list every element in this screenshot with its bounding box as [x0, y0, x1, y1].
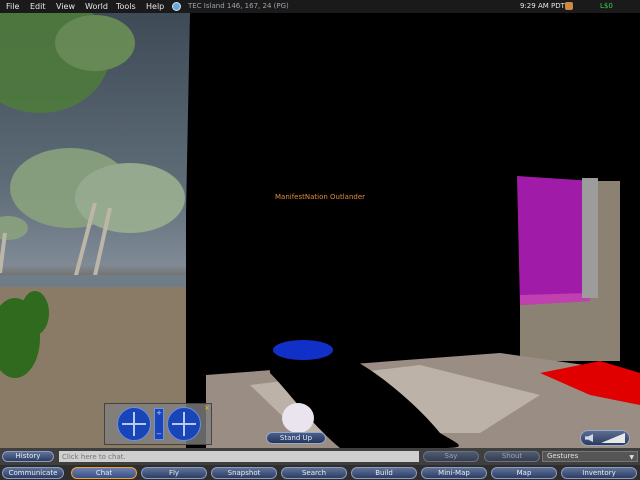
magenta-panel — [517, 176, 593, 305]
door-frame — [582, 178, 598, 298]
menu-bar: File Edit View World Tools Help TEC Isla… — [0, 0, 640, 13]
avatar-name-tag: ManifestNation Outlander — [275, 193, 366, 201]
volume-slider[interactable] — [601, 433, 625, 443]
menu-file[interactable]: File — [6, 0, 19, 13]
scene-render — [0, 13, 640, 448]
menu-edit[interactable]: Edit — [30, 0, 46, 13]
egg-object — [282, 403, 314, 433]
menu-help[interactable]: Help — [146, 0, 164, 13]
chat-input[interactable] — [59, 451, 419, 462]
camera-controls: + − × — [104, 403, 212, 445]
gestures-label: Gestures — [547, 452, 579, 460]
map-button[interactable]: Map — [491, 467, 557, 479]
clock: 9:29 AM PDT — [520, 2, 565, 10]
build-button[interactable]: Build — [351, 467, 417, 479]
speaker-icon[interactable] — [585, 434, 593, 442]
chevron-down-icon: ▼ — [629, 454, 634, 461]
menu-view[interactable]: View — [56, 0, 75, 13]
zoom-control[interactable]: + − — [154, 408, 164, 440]
health-icon — [565, 2, 573, 10]
balance[interactable]: L$0 — [600, 0, 613, 13]
close-icon[interactable]: × — [204, 404, 210, 412]
zoom-out-icon[interactable]: − — [155, 430, 163, 439]
mini-map-button[interactable]: Mini-Map — [421, 467, 487, 479]
fly-button[interactable]: Fly — [141, 467, 207, 479]
menu-world[interactable]: World — [85, 0, 108, 13]
search-button[interactable]: Search — [281, 467, 347, 479]
communicate-button[interactable]: Communicate — [2, 467, 64, 479]
bottom-toolbar: Communicate Chat Fly Snapshot Search Bui… — [0, 465, 640, 480]
history-button[interactable]: History — [2, 451, 54, 462]
chat-bar: History Say Shout Gestures ▼ — [0, 448, 640, 465]
stand-up-button[interactable]: Stand Up — [266, 432, 326, 444]
chat-button[interactable]: Chat — [71, 467, 137, 479]
inventory-button[interactable]: Inventory — [561, 467, 637, 479]
world-viewport[interactable]: ManifestNation Outlander — [0, 13, 640, 448]
sea — [0, 275, 190, 287]
location-icon[interactable] — [172, 2, 181, 11]
location-text[interactable]: TEC Island 146, 167, 24 (PG) — [188, 0, 289, 13]
say-button[interactable]: Say — [423, 451, 479, 462]
avatar-blue-top — [273, 340, 333, 360]
shout-button[interactable]: Shout — [484, 451, 540, 462]
snapshot-button[interactable]: Snapshot — [211, 467, 277, 479]
pan-dial-icon[interactable] — [167, 407, 201, 441]
volume-control[interactable] — [580, 430, 630, 446]
menu-tools[interactable]: Tools — [116, 0, 136, 13]
gestures-dropdown[interactable]: Gestures ▼ — [542, 451, 638, 462]
orbit-dial-icon[interactable] — [117, 407, 151, 441]
zoom-in-icon[interactable]: + — [155, 409, 163, 418]
